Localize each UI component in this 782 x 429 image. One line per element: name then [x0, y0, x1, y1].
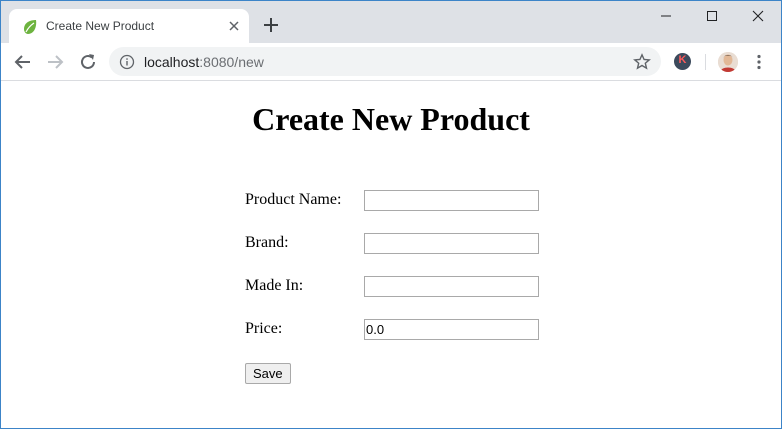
tab-strip: Create New Product — [1, 1, 781, 43]
minimize-icon[interactable] — [656, 7, 676, 25]
made-in-label: Made In: — [245, 277, 304, 294]
forward-arrow-icon[interactable] — [45, 52, 65, 72]
price-label: Price: — [245, 320, 283, 337]
browser-toolbar: localhost:8080/new K — [1, 43, 781, 81]
profile-avatar[interactable] — [718, 52, 738, 72]
info-icon[interactable] — [119, 54, 135, 70]
back-arrow-icon[interactable] — [13, 52, 33, 72]
product-name-label: Product Name: — [245, 191, 342, 208]
brand-input[interactable] — [364, 233, 539, 254]
maximize-icon[interactable] — [702, 7, 722, 25]
url-text[interactable]: localhost:8080/new — [144, 54, 264, 70]
tab-title: Create New Product — [46, 19, 155, 33]
extension-letter: K — [678, 54, 687, 66]
page-title: Create New Product — [252, 101, 530, 137]
active-tab[interactable]: Create New Product — [9, 9, 249, 43]
toolbar-divider — [705, 54, 706, 70]
save-button[interactable]: Save — [245, 363, 291, 384]
window-close-icon[interactable] — [748, 7, 768, 25]
extension-icon[interactable]: K — [674, 53, 691, 70]
price-input[interactable] — [364, 319, 539, 340]
star-icon[interactable] — [633, 53, 651, 71]
browser-window: Create New Product localhost:8080/new K … — [0, 0, 782, 429]
reload-icon[interactable] — [78, 52, 98, 72]
kebab-menu-icon[interactable] — [751, 53, 767, 71]
spring-leaf-icon — [24, 20, 37, 34]
plus-icon[interactable] — [261, 15, 281, 35]
product-name-input[interactable] — [364, 190, 539, 211]
close-icon[interactable] — [226, 18, 242, 34]
page-content: Create New Product Product Name: Brand: … — [1, 81, 781, 428]
address-bar[interactable]: localhost:8080/new — [109, 47, 661, 76]
brand-label: Brand: — [245, 234, 289, 251]
made-in-input[interactable] — [364, 276, 539, 297]
